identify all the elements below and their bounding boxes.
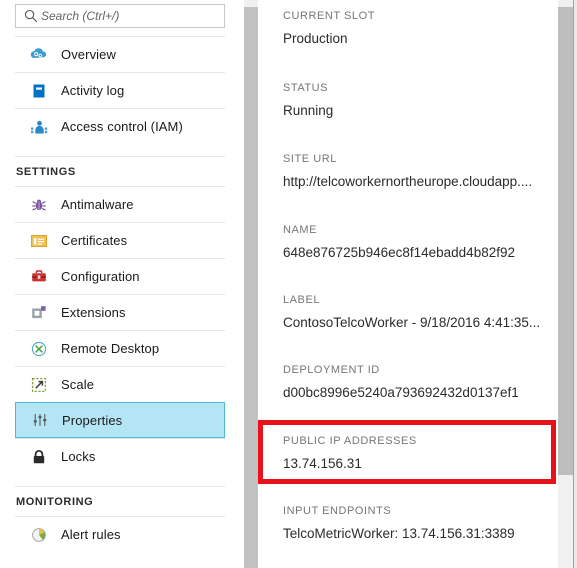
sidebar-item-overview[interactable]: Overview	[15, 36, 225, 72]
property-value: Production	[283, 31, 348, 46]
property-label: INPUT ENDPOINTS	[283, 505, 392, 517]
property-public-ip-addresses: PUBLIC IP ADDRESSES 13.74.156.31	[283, 435, 553, 471]
access-control-icon	[26, 116, 52, 138]
group-title: SETTINGS	[16, 165, 76, 178]
sidebar-item-activity-log[interactable]: Activity log	[15, 72, 225, 108]
sidebar-item-label: Configuration	[61, 269, 140, 284]
overview-icon	[26, 44, 52, 66]
sidebar-scrollbar[interactable]	[244, 0, 258, 568]
property-label: STATUS	[283, 82, 329, 94]
sidebar-group-monitoring: MONITORING	[15, 486, 225, 516]
sidebar-item-label: Antimalware	[61, 197, 134, 212]
search-input[interactable]	[41, 9, 211, 23]
sidebar-nav-list: Overview Activity log Access control (IA…	[0, 36, 240, 552]
sidebar-item-remote-desktop[interactable]: Remote Desktop	[15, 330, 225, 366]
sidebar-item-label: Overview	[61, 47, 116, 62]
sidebar-item-certificates[interactable]: Certificates	[15, 222, 225, 258]
sidebar-item-scale[interactable]: Scale	[15, 366, 225, 402]
content-scrollbar-thumb[interactable]	[558, 7, 573, 475]
properties-sliders-icon	[27, 409, 53, 431]
navigation-sidebar: Overview Activity log	[0, 0, 240, 568]
property-value: 648e876725b946ec8f14ebadd4b82f92	[283, 245, 515, 260]
property-label: SITE URL	[283, 153, 337, 165]
sidebar-item-properties[interactable]: Properties	[15, 402, 225, 438]
antimalware-bug-icon	[26, 194, 52, 216]
sidebar-item-label: Alert rules	[61, 527, 121, 542]
sidebar-item-label: Remote Desktop	[61, 341, 160, 356]
property-site-url: SITE URL http://telcoworkernortheurope.c…	[283, 153, 553, 189]
activity-log-icon	[26, 80, 52, 102]
property-label: LABEL	[283, 294, 320, 306]
property-value: ContosoTelcoWorker - 9/18/2016 4:41:35..…	[283, 315, 541, 330]
property-status: STATUS Running	[283, 82, 553, 118]
property-current-slot: CURRENT SLOT Production	[283, 10, 553, 46]
property-label: CURRENT SLOT	[283, 10, 375, 22]
sidebar-item-locks[interactable]: Locks	[15, 438, 225, 474]
property-value: Running	[283, 103, 334, 118]
sidebar-item-alert-rules[interactable]: Alert rules	[15, 516, 225, 552]
sidebar-item-label: Certificates	[61, 233, 128, 248]
extensions-icon	[26, 302, 52, 324]
certificate-icon	[26, 230, 52, 252]
sidebar-item-antimalware[interactable]: Antimalware	[15, 186, 225, 222]
property-input-endpoints: INPUT ENDPOINTS TelcoMetricWorker: 13.74…	[283, 505, 553, 541]
property-value: d00bc8996e5240a793692432d0137ef1	[283, 385, 519, 400]
window-right-edge	[573, 0, 577, 568]
sidebar-item-extensions[interactable]: Extensions	[15, 294, 225, 330]
content-scrollbar[interactable]	[558, 0, 573, 568]
sidebar-item-label: Properties	[62, 412, 123, 428]
property-name: NAME 648e876725b946ec8f14ebadd4b82f92	[283, 224, 553, 260]
alert-rules-icon	[26, 524, 52, 546]
property-label: PUBLIC IP ADDRESSES	[283, 435, 417, 447]
sidebar-item-label: Access control (IAM)	[61, 119, 183, 134]
remote-desktop-icon	[26, 338, 52, 360]
property-label-field: LABEL ContosoTelcoWorker - 9/18/2016 4:4…	[283, 294, 553, 330]
property-deployment-id: DEPLOYMENT ID d00bc8996e5240a793692432d0…	[283, 364, 553, 400]
group-title: MONITORING	[16, 495, 94, 508]
sidebar-scrollbar-thumb[interactable]	[244, 7, 258, 568]
configuration-toolbox-icon	[26, 266, 52, 288]
search-icon	[21, 9, 41, 23]
search-box[interactable]	[15, 4, 225, 28]
lock-icon	[26, 446, 52, 468]
sidebar-item-label: Scale	[61, 377, 95, 392]
sidebar-item-label: Activity log	[61, 83, 125, 98]
scale-icon	[26, 374, 52, 396]
sidebar-item-label: Extensions	[61, 305, 126, 320]
sidebar-item-configuration[interactable]: Configuration	[15, 258, 225, 294]
sidebar-item-label: Locks	[61, 449, 96, 464]
sidebar-group-settings: SETTINGS	[15, 156, 225, 186]
sidebar-item-access-control[interactable]: Access control (IAM)	[15, 108, 225, 144]
property-label: DEPLOYMENT ID	[283, 364, 380, 376]
property-label: NAME	[283, 224, 317, 236]
properties-panel: CURRENT SLOT Production STATUS Running S…	[258, 0, 558, 568]
property-value: TelcoMetricWorker: 13.74.156.31:3389	[283, 526, 515, 541]
property-value: 13.74.156.31	[283, 456, 362, 471]
property-value: http://telcoworkernortheurope.cloudapp..…	[283, 174, 533, 189]
